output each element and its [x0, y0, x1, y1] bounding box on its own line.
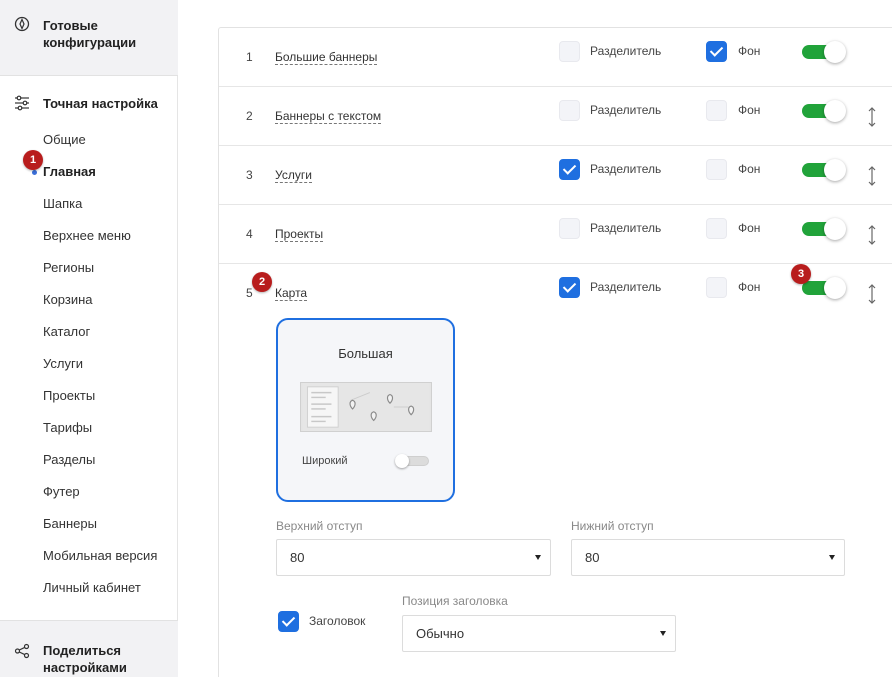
dropdown-arrow-icon [829, 555, 835, 560]
share-settings-section[interactable]: Поделиться настройками [0, 620, 178, 677]
row-number: 2 [246, 109, 253, 123]
map-preview-image [300, 382, 432, 432]
block-enabled-toggle[interactable] [802, 41, 846, 63]
divider-checkbox[interactable] [559, 100, 580, 121]
annotation-badge-1: 1 [23, 150, 43, 170]
annotation-badge-2: 2 [252, 272, 272, 292]
drag-handle-icon[interactable] [867, 224, 877, 246]
divider-label: Разделитель [590, 103, 662, 117]
divider-checkbox[interactable] [559, 218, 580, 239]
row-title-link[interactable]: Карта [275, 286, 308, 301]
map-variant-card[interactable]: Большая Широкий [276, 318, 455, 502]
block-enabled-toggle[interactable] [802, 159, 846, 181]
sidebar-item-services[interactable]: Услуги [43, 355, 83, 373]
row-number: 4 [246, 227, 253, 241]
row-number: 3 [246, 168, 253, 182]
sidebar-item-header[interactable]: Шапка [43, 195, 82, 213]
row-title-link[interactable]: Услуги [275, 168, 312, 183]
sidebar-item-regions[interactable]: Регионы [43, 259, 94, 277]
background-checkbox[interactable] [706, 159, 727, 180]
annotation-badge-3: 3 [791, 264, 811, 284]
wide-toggle[interactable] [395, 454, 429, 468]
bottom-padding-value: 80 [585, 550, 600, 565]
share-icon [14, 643, 30, 659]
divider-checkbox[interactable] [559, 41, 580, 62]
block-row: 2 Баннеры с текстом Разделитель Фон [219, 87, 892, 146]
block-enabled-toggle[interactable] [802, 218, 846, 240]
drag-handle-icon[interactable] [867, 283, 877, 305]
row-number: 5 [246, 286, 253, 300]
ready-configs-section[interactable]: Готовые конфигурации [0, 0, 178, 76]
sidebar-item-footer[interactable]: Футер [43, 483, 80, 501]
drag-handle-icon[interactable] [867, 106, 877, 128]
heading-position-value: Обычно [416, 626, 465, 641]
row-title-link[interactable]: Проекты [275, 227, 324, 242]
background-label: Фон [738, 280, 761, 294]
background-label: Фон [738, 162, 761, 176]
heading-position-select[interactable]: Обычно [402, 615, 676, 652]
blocks-panel: 1 Большие баннеры Разделитель Фон 2 Банн… [218, 27, 892, 677]
top-padding-label: Верхний отступ [276, 519, 363, 533]
sidebar-item-general[interactable]: Общие [43, 131, 86, 149]
row-title-link[interactable]: Большие баннеры [275, 50, 378, 65]
heading-label: Заголовок [309, 614, 366, 628]
wide-label: Широкий [302, 455, 348, 467]
divider-label: Разделитель [590, 280, 662, 294]
sidebar-item-catalog[interactable]: Каталог [43, 323, 90, 341]
share-settings-label: Поделиться настройками [43, 643, 127, 675]
divider-label: Разделитель [590, 221, 662, 235]
sidebar-item-account[interactable]: Личный кабинет [43, 579, 141, 597]
divider-label: Разделитель [590, 162, 662, 176]
sidebar-item-tariffs[interactable]: Тарифы [43, 419, 92, 437]
compass-icon [14, 16, 30, 32]
sidebar-item-main[interactable]: Главная [43, 163, 96, 181]
dropdown-arrow-icon [660, 631, 666, 636]
dropdown-arrow-icon [535, 555, 541, 560]
sidebar-item-top-menu[interactable]: Верхнее меню [43, 227, 131, 245]
divider-checkbox[interactable] [559, 277, 580, 298]
sidebar-item-mobile[interactable]: Мобильная версия [43, 547, 157, 565]
row-title-link[interactable]: Баннеры с текстом [275, 109, 382, 124]
sidebar: Готовые конфигурации Точная настройка Об… [0, 0, 178, 677]
row-number: 1 [246, 50, 253, 64]
ready-configs-label: Готовые конфигурации [43, 18, 137, 50]
background-checkbox[interactable] [706, 218, 727, 239]
sidebar-item-sections[interactable]: Разделы [43, 451, 95, 469]
heading-position-label: Позиция заголовка [402, 594, 508, 608]
background-checkbox[interactable] [706, 277, 727, 298]
background-label: Фон [738, 44, 761, 58]
sidebar-item-projects[interactable]: Проекты [43, 387, 95, 405]
background-label: Фон [738, 221, 761, 235]
active-indicator-dot [32, 170, 37, 175]
fine-tune-label: Точная настройка [43, 96, 158, 111]
bottom-padding-select[interactable]: 80 [571, 539, 845, 576]
background-checkbox[interactable] [706, 100, 727, 121]
bottom-padding-label: Нижний отступ [571, 519, 654, 533]
top-padding-value: 80 [290, 550, 305, 565]
block-row: 3 Услуги Разделитель Фон [219, 146, 892, 205]
drag-handle-icon[interactable] [867, 165, 877, 187]
block-enabled-toggle[interactable] [802, 100, 846, 122]
background-label: Фон [738, 103, 761, 117]
sidebar-item-banners[interactable]: Баннеры [43, 515, 97, 533]
divider-checkbox[interactable] [559, 159, 580, 180]
heading-checkbox[interactable] [278, 611, 299, 632]
sidebar-item-cart[interactable]: Корзина [43, 291, 93, 309]
background-checkbox[interactable] [706, 41, 727, 62]
top-padding-select[interactable]: 80 [276, 539, 551, 576]
block-row: 1 Большие баннеры Разделитель Фон [219, 28, 892, 87]
sliders-icon [15, 95, 29, 111]
variant-title: Большая [338, 346, 393, 361]
divider-label: Разделитель [590, 44, 662, 58]
block-row: 4 Проекты Разделитель Фон [219, 205, 892, 264]
